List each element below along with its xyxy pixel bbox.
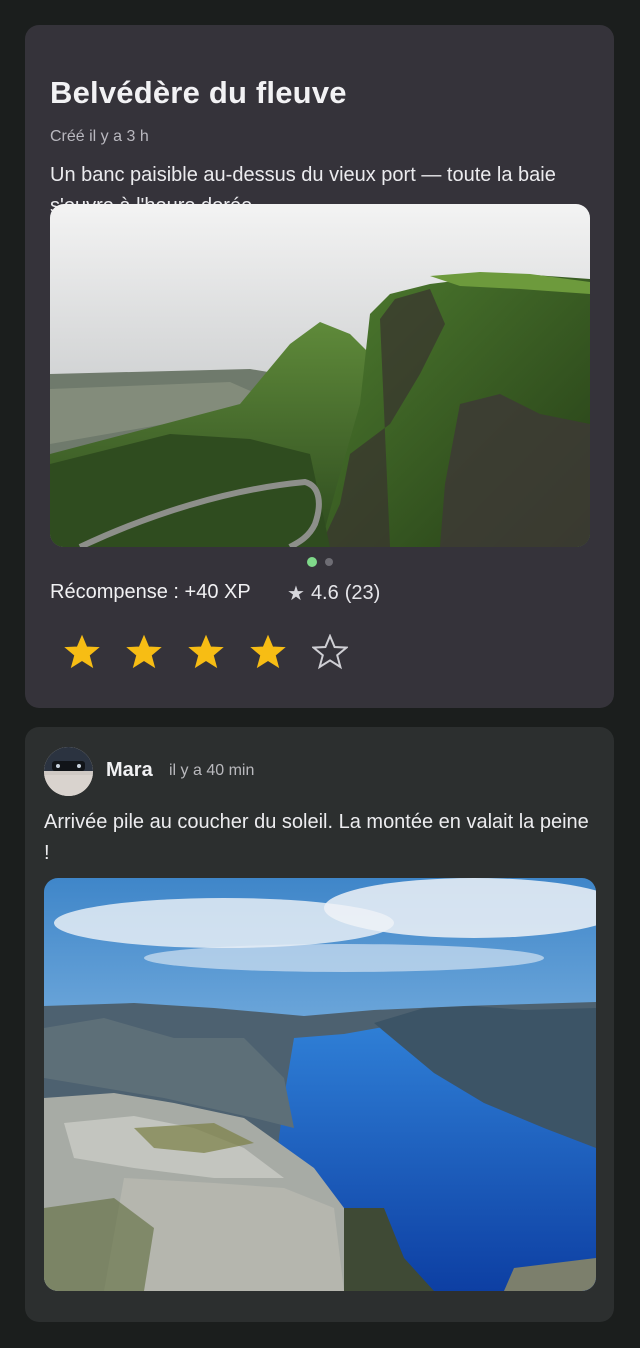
post-author[interactable]: Mara [106,759,153,782]
rating-star-1[interactable] [64,634,100,670]
highland-landscape-image [50,204,590,547]
rating-star-4[interactable] [250,634,286,670]
carousel-dot-2[interactable] [324,558,333,566]
rating-count: (23) [344,582,381,604]
reward-text: Récompense : +40 XP [50,581,251,603]
average-rating: ★ 4.6 (23) [287,581,380,606]
rating-star-5[interactable] [312,634,348,670]
post-text: Arrivée pile au coucher du soleil. La mo… [44,811,589,864]
avatar[interactable] [44,747,93,796]
created-time: Créé il y a 3 h [50,128,149,145]
user-rating-stars[interactable] [64,634,348,670]
carousel-dot-1[interactable] [306,557,317,567]
fjord-landscape-image [44,878,596,1291]
rating-star-3[interactable] [188,634,224,670]
carousel-indicator [25,557,614,567]
post-time: il y a 40 min [169,762,255,779]
rating-star-2[interactable] [126,634,162,670]
star-icon: ★ [287,583,305,605]
spot-card: Belvédère du fleuve Créé il y a 3 h Un b… [25,25,614,708]
spot-title: Belvédère du fleuve [50,75,347,110]
post-photo[interactable] [44,878,596,1291]
user-post-card: Mara il y a 40 min Arrivée pile au couch… [25,727,614,1322]
spot-photo-carousel[interactable] [50,204,590,547]
rating-value: 4.6 [310,582,339,604]
avatar-image [44,747,93,796]
